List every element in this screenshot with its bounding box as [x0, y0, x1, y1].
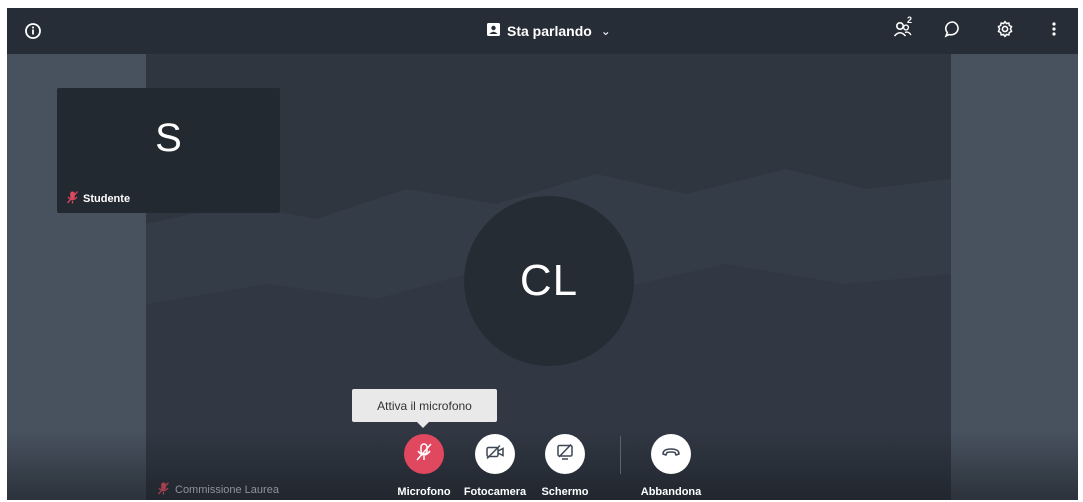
participant-initial: S	[155, 115, 182, 160]
more-options-button[interactable]	[1042, 19, 1066, 43]
participants-button[interactable]: 2	[891, 15, 915, 43]
screen-share-label: Schermo	[541, 486, 589, 498]
speaker-name-label: Commissione Laurea	[158, 482, 279, 498]
chat-button[interactable]	[941, 19, 965, 43]
view-label: Sta parlando	[507, 23, 592, 39]
speaker-avatar: CL	[464, 196, 634, 366]
gear-icon	[996, 20, 1014, 43]
camera-off-icon	[485, 444, 505, 465]
mic-tooltip: Attiva il microfono	[352, 389, 497, 422]
participant-tile[interactable]: S Studente	[57, 88, 280, 213]
controls-divider	[620, 436, 621, 474]
view-selector[interactable]: Sta parlando ⌄	[487, 20, 611, 42]
participant-name: Studente	[83, 193, 131, 205]
camera-button[interactable]: Fotocamera	[455, 434, 535, 498]
leave-call-button[interactable]: Abbandona	[631, 434, 711, 498]
screen-share-toggle[interactable]	[545, 434, 585, 474]
settings-button[interactable]	[993, 19, 1017, 43]
video-stage: S Studente CL Commissione Laurea Attiva …	[7, 54, 1078, 500]
participant-name-label: Studente	[67, 191, 130, 207]
more-vertical-icon	[1051, 21, 1057, 42]
info-icon[interactable]	[21, 19, 45, 43]
microphone-button[interactable]: Microfono	[384, 434, 464, 498]
top-bar: Sta parlando ⌄ 2	[7, 8, 1078, 54]
mic-off-icon	[67, 191, 78, 207]
leave-toggle[interactable]	[651, 434, 691, 474]
chat-icon	[944, 20, 962, 43]
mic-off-icon	[158, 482, 169, 498]
camera-toggle[interactable]	[475, 434, 515, 474]
speaker-view-icon	[487, 23, 500, 39]
leave-label: Abbandona	[640, 486, 702, 498]
chevron-down-icon: ⌄	[600, 24, 611, 38]
speaker-name: Commissione Laurea	[175, 484, 279, 496]
screen-share-off-icon	[556, 443, 574, 466]
screen-share-button[interactable]: Schermo	[525, 434, 605, 498]
participants-count-badge: 2	[907, 15, 913, 25]
hang-up-icon	[661, 445, 681, 463]
microphone-label: Microfono	[397, 486, 451, 498]
tooltip-arrow	[417, 422, 429, 428]
mic-toggle[interactable]	[404, 434, 444, 474]
mic-off-icon	[415, 442, 433, 467]
camera-label: Fotocamera	[463, 486, 527, 498]
meeting-window: Sta parlando ⌄ 2 S Studente CL Commissio…	[7, 8, 1078, 500]
